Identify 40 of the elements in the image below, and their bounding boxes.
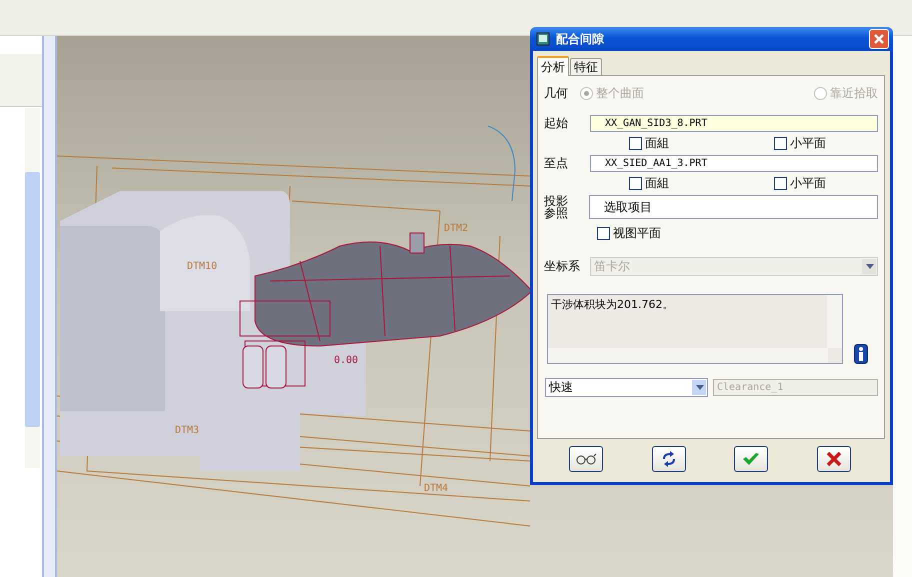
glasses-icon	[575, 453, 598, 465]
tab[interactable]: 分析	[537, 56, 569, 76]
field-label: 起始	[544, 115, 569, 132]
checkmark-icon	[742, 452, 760, 466]
panel-header	[0, 54, 42, 107]
dimension-label: 0.00	[334, 355, 358, 366]
preview-button[interactable]	[569, 446, 604, 472]
datum-label: DTM10	[187, 261, 218, 272]
datum-label: DTM2	[444, 223, 468, 234]
reference-field[interactable]: XX_GAN_SID3_8.PRT	[590, 115, 878, 132]
result-text: 干涉体积块为201.762。	[551, 298, 674, 311]
repeat-button[interactable]	[652, 446, 686, 472]
caret-icon	[862, 259, 876, 274]
checkbox-option[interactable]: 视图平面	[597, 225, 661, 242]
scrollbar[interactable]	[548, 348, 828, 363]
scrollbar[interactable]	[827, 295, 842, 348]
window-title: 配合间隙	[556, 30, 605, 48]
scrollbar[interactable]	[25, 108, 40, 468]
checkbox-option[interactable]: 面組	[629, 135, 669, 152]
field-label: 投影参照	[544, 195, 569, 219]
cancel-button[interactable]	[816, 446, 851, 472]
caret-icon	[692, 380, 706, 395]
checkbox-option[interactable]: 面組	[629, 175, 669, 192]
tab[interactable]: 特征	[570, 58, 602, 75]
field-label: 至点	[544, 155, 569, 172]
close-icon	[873, 33, 885, 45]
checkbox-option[interactable]: 小平面	[774, 135, 826, 152]
reference-field[interactable]: XX_SIED_AA1_3.PRT	[590, 155, 878, 172]
ok-button[interactable]	[734, 446, 768, 472]
mode-dropdown[interactable]: 快速	[545, 378, 708, 397]
field-label: 坐标系	[544, 258, 580, 275]
cross-icon	[826, 451, 842, 467]
close-button[interactable]	[869, 29, 889, 49]
datum-label: DTM3	[175, 425, 200, 436]
checkbox-option[interactable]: 小平面	[774, 175, 826, 192]
field-label: 几何	[544, 85, 569, 102]
selection-field[interactable]: 选取项目	[589, 195, 878, 219]
datum-label: DTM4	[424, 483, 448, 494]
info-icon[interactable]	[854, 344, 868, 364]
window-icon	[536, 32, 550, 46]
